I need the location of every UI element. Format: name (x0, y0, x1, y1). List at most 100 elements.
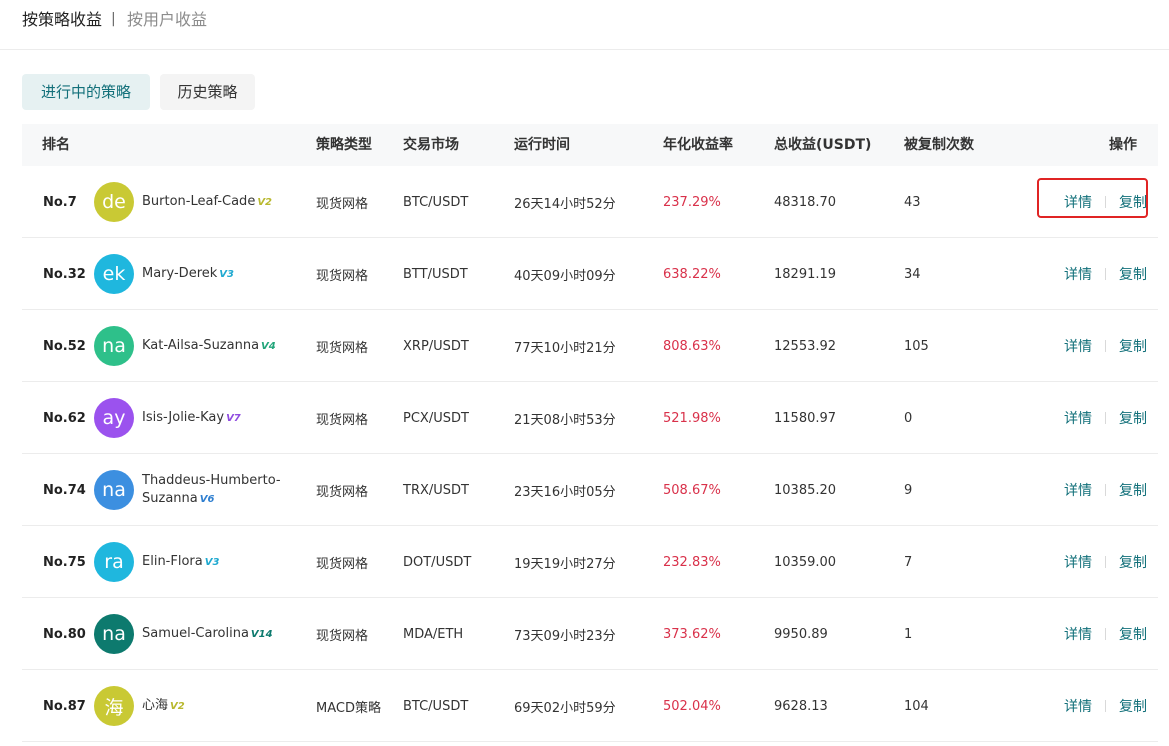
table-row: No.32 ek Mary-Derek V3 现货网格 BTT/USDT 40天0… (22, 238, 1158, 310)
annual-rate: 521.98% (663, 410, 721, 426)
run-time: 19天19小时27分 (514, 556, 616, 572)
user-name[interactable]: Elin-Flora (142, 554, 203, 569)
copy-button[interactable]: 复制 (1119, 624, 1147, 644)
strategy-type: MACD策略 (316, 700, 381, 716)
user-name-cell: Mary-Derek V3 (142, 238, 302, 310)
strategy-type: 现货网格 (316, 268, 369, 284)
user-name[interactable]: Samuel-Carolina (142, 626, 249, 641)
avatar[interactable]: na (94, 614, 134, 654)
strategy-type: 现货网格 (316, 484, 369, 500)
trading-market: PCX/USDT (403, 410, 469, 426)
detail-button[interactable]: 详情 (1064, 696, 1092, 716)
detail-button[interactable]: 详情 (1064, 480, 1092, 500)
total-profit: 18291.19 (774, 266, 837, 282)
trading-market: MDA/ETH (403, 626, 464, 642)
avatar[interactable]: ay (94, 398, 134, 438)
row-actions: 详情 复制 (1028, 670, 1158, 742)
strategy-table: 排名 策略类型 交易市场 运行时间 年化收益率 总收益(USDT) 被复制次数 … (22, 124, 1158, 742)
table-row: No.87 海 心海 V2 MACD策略 BTC/USDT 69天02小时59分 … (22, 670, 1158, 742)
annual-rate: 373.62% (663, 626, 721, 642)
trading-market: DOT/USDT (403, 554, 472, 570)
rank-label: No.75 (43, 554, 86, 570)
tab-active-strategies[interactable]: 进行中的策略 (22, 74, 150, 110)
top-nav: 按策略收益 | 按用户收益 (0, 0, 1169, 50)
annual-rate: 502.04% (663, 698, 721, 714)
copy-button[interactable]: 复制 (1119, 264, 1147, 284)
rank-label: No.7 (43, 194, 77, 210)
detail-button[interactable]: 详情 (1064, 624, 1092, 644)
strategy-type: 现货网格 (316, 556, 369, 572)
copy-button[interactable]: 复制 (1119, 336, 1147, 356)
table-row: No.80 na Samuel-Carolina V14 现货网格 MDA/ETH… (22, 598, 1158, 670)
copy-count: 43 (904, 194, 921, 210)
total-profit: 11580.97 (774, 410, 837, 426)
table-row: No.52 na Kat-Ailsa-Suzanna V4 现货网格 XRP/US… (22, 310, 1158, 382)
user-name[interactable]: Isis-Jolie-Kay (142, 410, 224, 425)
row-actions: 详情 复制 (1028, 310, 1158, 382)
avatar[interactable]: ra (94, 542, 134, 582)
avatar[interactable]: de (94, 182, 134, 222)
action-divider (1105, 340, 1106, 352)
trading-market: BTC/USDT (403, 698, 469, 714)
rank-label: No.32 (43, 266, 86, 282)
row-actions: 详情 复制 (1028, 238, 1158, 310)
trading-market: BTC/USDT (403, 194, 469, 210)
strategy-type: 现货网格 (316, 412, 369, 428)
copy-button[interactable]: 复制 (1119, 408, 1147, 428)
copy-button[interactable]: 复制 (1119, 192, 1147, 212)
annual-rate: 508.67% (663, 482, 721, 498)
total-profit: 48318.70 (774, 194, 837, 210)
tab-history-strategies[interactable]: 历史策略 (160, 74, 255, 110)
run-time: 23天16小时05分 (514, 484, 616, 500)
detail-button[interactable]: 详情 (1064, 408, 1092, 428)
table-header: 排名 策略类型 交易市场 运行时间 年化收益率 总收益(USDT) 被复制次数 … (22, 124, 1158, 166)
run-time: 77天10小时21分 (514, 340, 616, 356)
vip-level-badge: V2 (257, 196, 273, 208)
user-name[interactable]: Kat-Ailsa-Suzanna (142, 338, 259, 353)
copy-button[interactable]: 复制 (1119, 480, 1147, 500)
detail-button[interactable]: 详情 (1064, 336, 1092, 356)
vip-level-badge: V3 (219, 268, 234, 280)
header-rank: 排名 (42, 137, 70, 153)
trading-market: XRP/USDT (403, 338, 469, 354)
tab-by-user[interactable]: 按用户收益 (127, 10, 207, 30)
user-name[interactable]: Burton-Leaf-Cade (142, 194, 255, 209)
copy-count: 9 (904, 482, 913, 498)
row-actions: 详情 复制 (1028, 598, 1158, 670)
avatar[interactable]: 海 (94, 686, 134, 726)
rank-label: No.52 (43, 338, 86, 354)
copy-count: 7 (904, 554, 913, 570)
rank-label: No.80 (43, 626, 86, 642)
rank-label: No.87 (43, 698, 86, 714)
copy-count: 104 (904, 698, 929, 714)
avatar[interactable]: na (94, 326, 134, 366)
header-rate: 年化收益率 (663, 137, 733, 153)
user-name-cell: Kat-Ailsa-Suzanna V4 (142, 310, 302, 382)
detail-button[interactable]: 详情 (1064, 192, 1092, 212)
user-name[interactable]: Mary-Derek (142, 266, 217, 281)
detail-button[interactable]: 详情 (1064, 264, 1092, 284)
copy-button[interactable]: 复制 (1119, 696, 1147, 716)
copy-count: 1 (904, 626, 913, 642)
action-divider (1105, 700, 1106, 712)
vip-level-badge: V2 (170, 700, 185, 712)
copy-count: 105 (904, 338, 929, 354)
table-row: No.62 ay Isis-Jolie-Kay V7 现货网格 PCX/USDT … (22, 382, 1158, 454)
action-divider (1105, 556, 1106, 568)
run-time: 26天14小时52分 (514, 196, 616, 212)
avatar[interactable]: na (94, 470, 134, 510)
strategy-type: 现货网格 (316, 628, 369, 644)
user-name[interactable]: 心海 (142, 698, 168, 713)
user-name-cell: Isis-Jolie-Kay V7 (142, 382, 302, 454)
row-actions: 详情 复制 (1028, 526, 1158, 598)
action-divider (1105, 628, 1106, 640)
avatar[interactable]: ek (94, 254, 134, 294)
tab-by-strategy[interactable]: 按策略收益 (22, 10, 102, 30)
run-time: 73天09小时23分 (514, 628, 616, 644)
user-name-cell: Thaddeus-Humberto-Suzanna V6 (142, 454, 302, 526)
copy-button[interactable]: 复制 (1119, 552, 1147, 572)
header-ops: 操作 (1109, 137, 1137, 153)
detail-button[interactable]: 详情 (1064, 552, 1092, 572)
vip-level-badge: V7 (226, 412, 241, 424)
trading-market: BTT/USDT (403, 266, 468, 282)
